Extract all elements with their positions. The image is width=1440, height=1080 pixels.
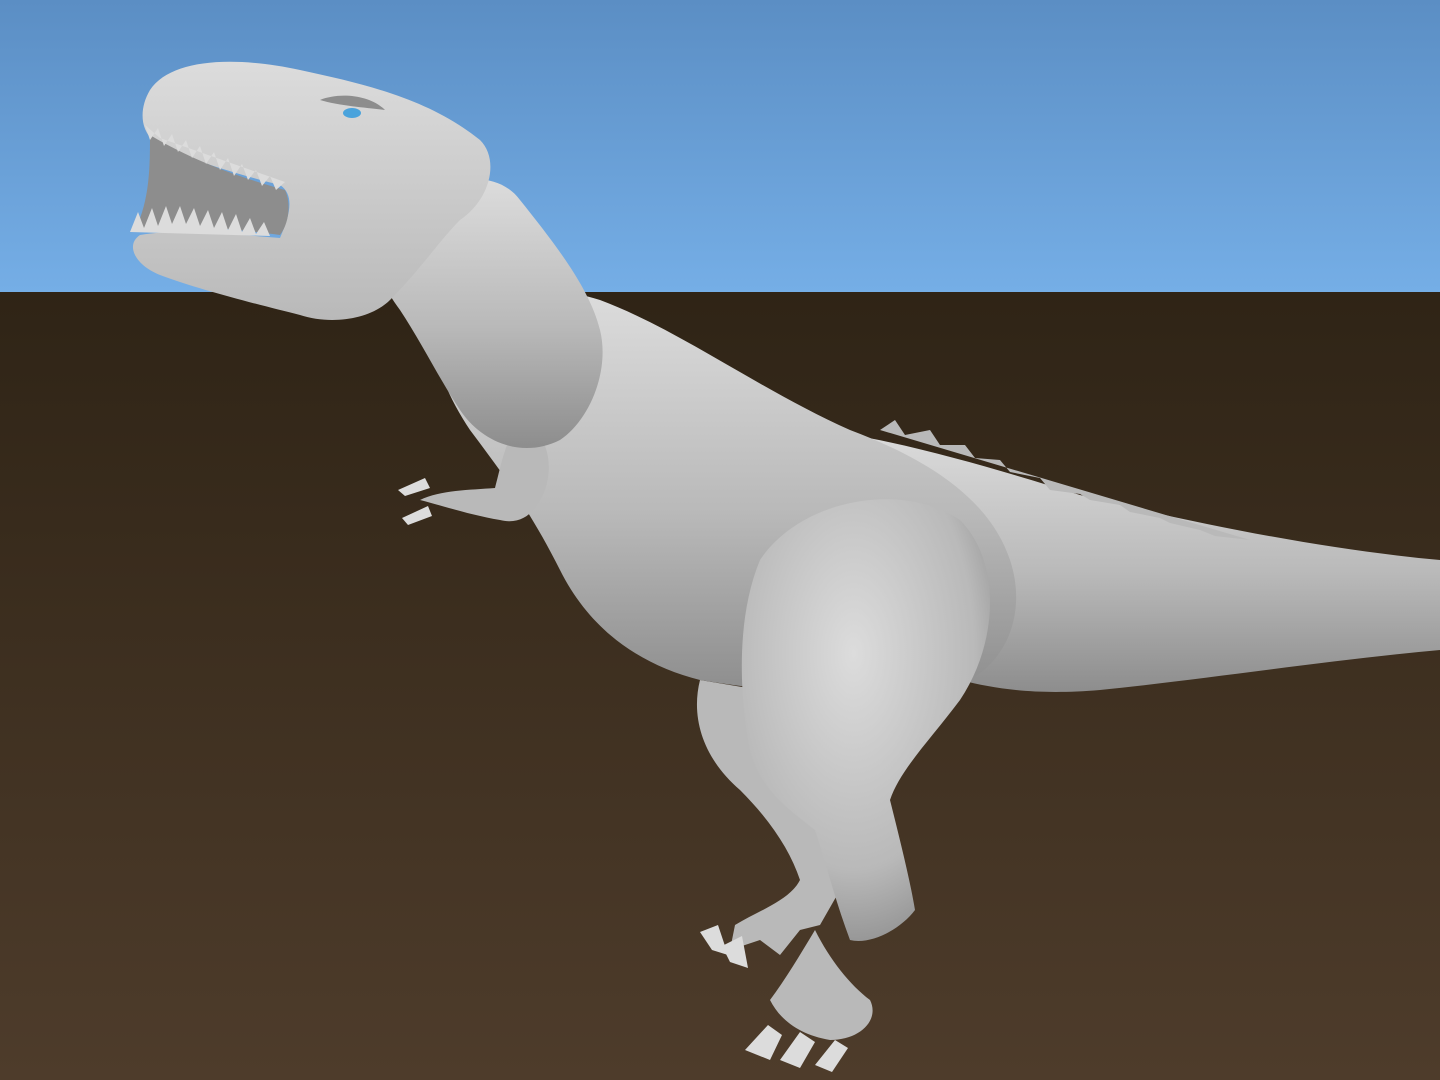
eye [343, 108, 361, 118]
near-leg [741, 499, 990, 1072]
render-viewport [0, 0, 1440, 1080]
t-rex-model [130, 61, 1440, 1072]
